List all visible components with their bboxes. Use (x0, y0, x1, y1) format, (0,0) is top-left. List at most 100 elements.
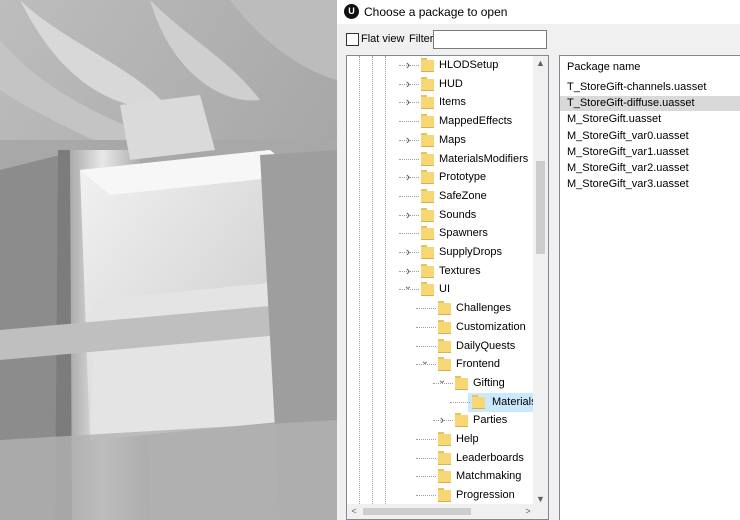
package-item[interactable]: T_StoreGift-channels.uasset (560, 80, 740, 95)
tree-item-label: Sounds (439, 208, 477, 221)
folder-icon (421, 226, 434, 241)
folder-icon (438, 338, 451, 353)
folder-tree: › HLODSetup › HUD › Items MappedEffects › Maps Ma… (346, 55, 549, 520)
package-name-header[interactable]: Package name (567, 61, 640, 73)
tree-item[interactable]: › SupplyDrops (347, 243, 535, 262)
folder-icon (421, 245, 434, 259)
folder-icon (421, 170, 434, 185)
folder-icon (455, 413, 468, 428)
collapse-chevron-icon[interactable]: ⌄ (403, 281, 413, 293)
flat-view-label[interactable]: Flat view (361, 33, 404, 45)
expand-chevron-icon[interactable]: › (403, 170, 413, 183)
expand-chevron-icon[interactable]: › (403, 208, 413, 221)
folder-icon (421, 58, 434, 72)
package-item[interactable]: M_StoreGift_var0.uasset (560, 129, 740, 144)
tree-connector (450, 401, 470, 403)
tree-item[interactable]: › Textures (347, 262, 535, 281)
expand-chevron-icon[interactable]: › (403, 58, 413, 71)
tree-item[interactable]: › Maps (347, 131, 535, 150)
package-item-label: M_StoreGift_var2.uasset (567, 162, 689, 174)
package-item[interactable]: M_StoreGift_var2.uasset (560, 161, 740, 176)
package-item-label: M_StoreGift.uasset (567, 113, 662, 126)
tree-item-label: Prototype (439, 171, 487, 184)
collapse-chevron-icon[interactable]: ⌄ (420, 356, 430, 368)
package-item[interactable]: M_StoreGift.uasset (560, 112, 740, 127)
expand-chevron-icon[interactable]: › (403, 95, 413, 108)
package-item-label: T_StoreGift-channels.uasset (567, 81, 707, 93)
tree-item-label: HLODSetup (439, 59, 499, 71)
expand-chevron-icon[interactable]: › (437, 413, 447, 426)
tree-connector (399, 158, 419, 160)
tree-item[interactable]: SafeZone (347, 187, 535, 206)
tree-item[interactable]: Leaderboards (347, 449, 535, 468)
tree-item[interactable]: Help (347, 430, 535, 449)
folder-icon (438, 469, 451, 484)
collapse-chevron-icon[interactable]: ⌄ (437, 375, 447, 387)
tree-item-label: SupplyDrops (439, 246, 502, 258)
tree-connector (416, 439, 436, 440)
folder-icon (438, 301, 451, 316)
tree-item[interactable]: ⌄ UI (347, 280, 535, 299)
package-item[interactable]: M_StoreGift_var3.uasset (560, 177, 740, 192)
tree-connector (416, 308, 436, 310)
tree-item[interactable]: MappedEffects (347, 112, 535, 131)
tree-item-label: Frontend (456, 358, 501, 371)
folder-icon (421, 132, 434, 147)
scrollbar-corner (533, 504, 548, 519)
tree-item-label: DailyQuests (456, 339, 516, 352)
folder-icon (421, 263, 434, 278)
unreal-logo-icon: U (344, 4, 359, 19)
package-item[interactable]: T_StoreGift-diffuse.uasset (560, 96, 740, 112)
package-item-label: T_StoreGift-diffuse.uasset (567, 97, 695, 110)
tree-item-label: Parties (473, 414, 508, 427)
tree-item[interactable]: ⌄ Frontend (347, 355, 535, 374)
tree-item-label: Spawners (439, 227, 488, 240)
folder-icon (438, 357, 451, 372)
tree-connector (416, 345, 436, 347)
tree-item[interactable]: Materials (347, 392, 535, 412)
tree-connector (399, 195, 419, 197)
expand-chevron-icon[interactable]: › (403, 264, 413, 277)
tree-item[interactable]: › Prototype (347, 168, 535, 187)
scroll-up-icon[interactable]: ▲ (533, 56, 548, 70)
package-item[interactable]: M_StoreGift_var1.uasset (560, 145, 740, 160)
tree-item[interactable]: › Sounds (347, 206, 535, 225)
scroll-left-icon[interactable]: < (347, 504, 361, 519)
tree-item[interactable]: MaterialsModifiers (347, 150, 535, 169)
tree-item[interactable]: ⌄ Gifting (347, 374, 535, 393)
tree-item[interactable]: Challenges (347, 299, 535, 318)
folder-tree-rows: › HLODSetup › HUD › Items MappedEffects › Maps Ma… (347, 56, 535, 506)
expand-chevron-icon[interactable]: › (403, 77, 413, 90)
expand-chevron-icon[interactable]: › (403, 245, 413, 258)
tree-item[interactable]: Matchmaking (347, 467, 535, 486)
tree-item[interactable]: › Items (347, 93, 535, 112)
package-item-label: M_StoreGift_var1.uasset (567, 145, 689, 158)
package-dialog: U Choose a package to open Flat view Fil… (337, 0, 740, 520)
tree-item-label: Items (439, 96, 466, 109)
flat-view-checkbox[interactable] (346, 33, 359, 46)
tree-item-label: Customization (456, 320, 526, 333)
tree-item[interactable]: Customization (347, 318, 535, 337)
tree-item[interactable]: › HUD (347, 75, 535, 94)
tree-item[interactable]: Spawners (347, 224, 535, 243)
scrollbar-thumb[interactable] (536, 161, 545, 254)
tree-item[interactable]: DailyQuests (347, 337, 535, 356)
tree-item-label: MaterialsModifiers (439, 152, 529, 165)
folder-icon (438, 488, 451, 503)
filter-input[interactable] (433, 30, 547, 49)
tree-connector (399, 233, 419, 235)
folder-icon (421, 188, 434, 203)
tree-item[interactable]: › HLODSetup (347, 56, 535, 75)
tree-item[interactable]: Progression (347, 486, 535, 505)
tree-vertical-scrollbar[interactable]: ▲ ▼ (533, 56, 548, 506)
tree-horizontal-scrollbar[interactable]: < > (347, 504, 535, 519)
scrollbar-thumb-horizontal[interactable] (363, 508, 471, 515)
folder-icon (455, 375, 468, 390)
dialog-title: Choose a package to open (364, 5, 508, 19)
folder-icon (438, 432, 451, 446)
folder-icon (421, 207, 434, 222)
expand-chevron-icon[interactable]: › (403, 133, 413, 146)
folder-icon (421, 76, 434, 91)
tree-connector (416, 476, 436, 478)
tree-item[interactable]: › Parties (347, 411, 535, 430)
